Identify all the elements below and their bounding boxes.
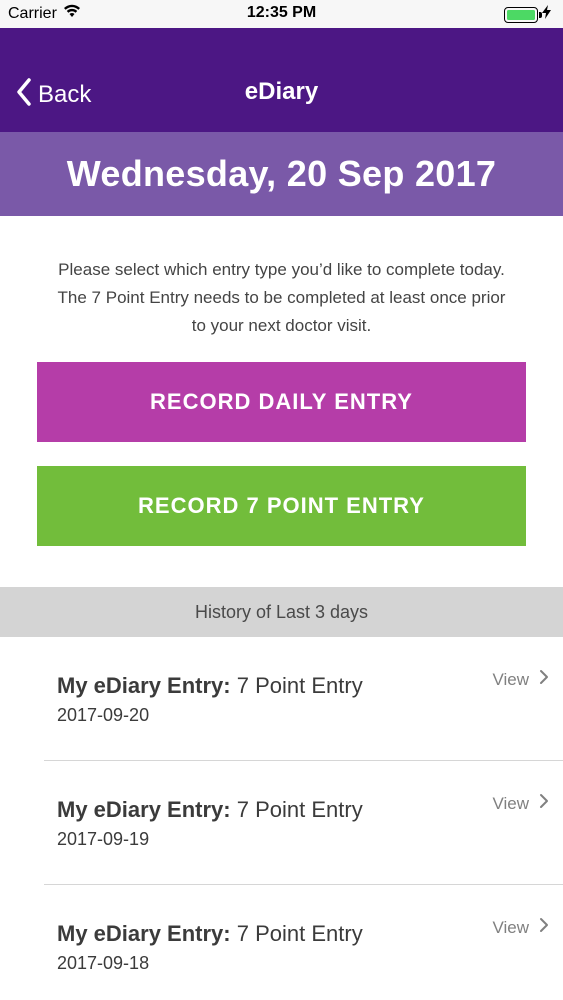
status-bar: Carrier 12:35 PM [0, 0, 563, 28]
back-label: Back [38, 80, 92, 108]
instructions-line-3: to your next doctor visit. [191, 316, 372, 335]
entry-view-label: View [492, 669, 529, 689]
charging-bolt-icon [542, 5, 551, 24]
date-banner: Wednesday, 20 Sep 2017 [0, 132, 563, 216]
entry-title-prefix: My eDiary Entry: [57, 797, 231, 822]
entry-title: My eDiary Entry: 7 Point Entry [57, 797, 363, 823]
history-header: History of Last 3 days [0, 587, 563, 637]
history-entry-row[interactable]: My eDiary Entry: 7 Point Entry 2017-09-2… [0, 637, 563, 761]
entry-title-type: 7 Point Entry [236, 673, 363, 698]
entry-date: 2017-09-18 [57, 953, 150, 973]
entry-view-label: View [492, 793, 529, 813]
history-entry-row[interactable]: My eDiary Entry: 7 Point Entry 2017-09-1… [0, 761, 563, 885]
instructions-text: Please select which entry type you’d lik… [20, 256, 543, 340]
record-daily-entry-button[interactable]: RECORD DAILY ENTRY [37, 362, 526, 442]
entry-date: 2017-09-19 [57, 829, 150, 849]
history-header-label: History of Last 3 days [194, 601, 369, 622]
entry-title-type: 7 Point Entry [236, 921, 363, 946]
entry-view-link[interactable]: View [492, 917, 549, 938]
battery-cap [539, 11, 542, 18]
back-button[interactable]: Back [16, 78, 91, 111]
entry-view-label: View [492, 917, 529, 937]
status-time: 12:35 PM [246, 4, 317, 21]
record-7-point-entry-button[interactable]: RECORD 7 POINT ENTRY [37, 466, 526, 546]
nav-bar: Back eDiary [0, 28, 563, 132]
chevron-right-icon [539, 669, 549, 690]
entry-title-prefix: My eDiary Entry: [57, 673, 231, 698]
entry-title: My eDiary Entry: 7 Point Entry [57, 673, 363, 699]
instructions-line-2: The 7 Point Entry needs to be completed … [57, 288, 506, 307]
entry-date: 2017-09-20 [57, 705, 150, 725]
history-entry-row[interactable]: My eDiary Entry: 7 Point Entry 2017-09-1… [0, 885, 563, 1000]
entry-title-type: 7 Point Entry [236, 797, 363, 822]
battery-icon [504, 6, 542, 23]
instructions-line-1: Please select which entry type you’d lik… [58, 260, 505, 279]
chevron-right-icon [539, 917, 549, 938]
current-date: Wednesday, 20 Sep 2017 [66, 153, 497, 194]
entry-view-link[interactable]: View [492, 793, 549, 814]
entry-title-prefix: My eDiary Entry: [57, 921, 231, 946]
entry-view-link[interactable]: View [492, 669, 549, 690]
status-right [504, 5, 551, 24]
entry-title: My eDiary Entry: 7 Point Entry [57, 921, 363, 947]
chevron-right-icon [539, 793, 549, 814]
battery-fill [507, 9, 535, 20]
chevron-left-icon [16, 78, 32, 111]
